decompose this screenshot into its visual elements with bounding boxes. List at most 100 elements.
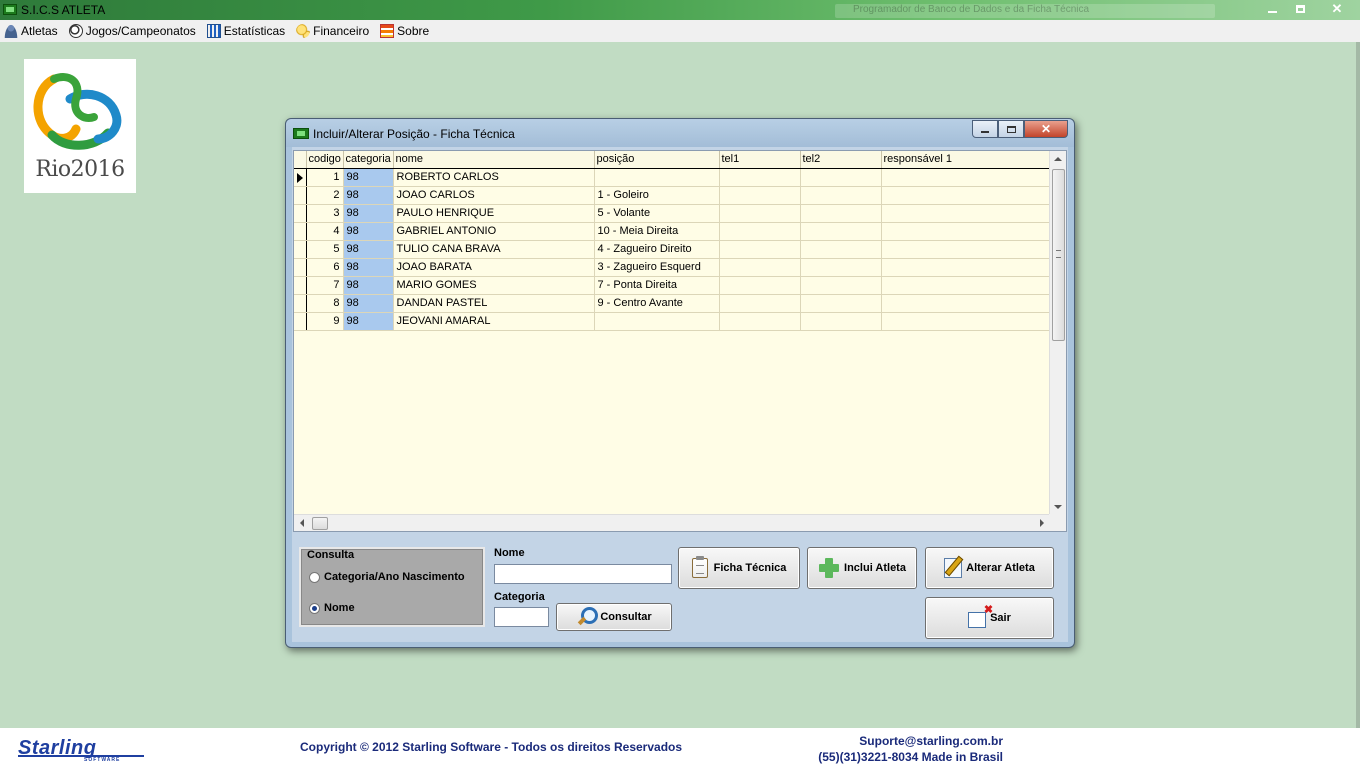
cell-codigo[interactable]: 5 xyxy=(306,240,344,259)
cell-categoria[interactable]: 98 xyxy=(343,312,394,331)
cell-tel1[interactable] xyxy=(719,222,801,241)
cell-posicao[interactable] xyxy=(594,312,720,331)
grid-vertical-scrollbar[interactable] xyxy=(1049,151,1066,515)
row-indicator[interactable] xyxy=(294,294,307,313)
cell-codigo[interactable]: 6 xyxy=(306,258,344,277)
cell-nome[interactable]: JOAO BARATA xyxy=(393,258,595,277)
column-header-tel1[interactable]: tel1 xyxy=(719,151,801,169)
row-indicator[interactable] xyxy=(294,222,307,241)
cell-nome[interactable]: GABRIEL ANTONIO xyxy=(393,222,595,241)
menu-estatisticas[interactable]: Estatísticas xyxy=(206,24,285,38)
menu-sobre[interactable]: Sobre xyxy=(380,24,429,38)
cell-nome[interactable]: JEOVANI AMARAL xyxy=(393,312,595,331)
column-header-nome[interactable]: nome xyxy=(393,151,595,169)
cell-categoria[interactable]: 98 xyxy=(343,294,394,313)
cell-tel2[interactable] xyxy=(800,312,882,331)
inclui-atleta-button[interactable]: Inclui Atleta xyxy=(807,547,917,589)
menu-jogos-campeonatos[interactable]: Jogos/Campeonatos xyxy=(68,24,196,38)
ficha-tecnica-button[interactable]: Ficha Técnica xyxy=(678,547,800,589)
cell-resp1[interactable] xyxy=(881,312,1051,331)
vertical-scroll-thumb[interactable] xyxy=(1052,169,1065,341)
cell-tel1[interactable] xyxy=(719,276,801,295)
cell-codigo[interactable]: 3 xyxy=(306,204,344,223)
cell-resp1[interactable] xyxy=(881,240,1051,259)
sair-button[interactable]: Sair xyxy=(925,597,1054,639)
cell-posicao[interactable]: 3 - Zagueiro Esquerd xyxy=(594,258,720,277)
cell-posicao[interactable]: 4 - Zagueiro Direito xyxy=(594,240,720,259)
table-row[interactable]: 9 98 JEOVANI AMARAL xyxy=(294,312,1051,331)
cell-posicao[interactable]: 1 - Goleiro xyxy=(594,186,720,205)
table-row[interactable]: 3 98 PAULO HENRIQUE 5 - Volante xyxy=(294,204,1051,223)
column-header-categoria[interactable]: categoria xyxy=(343,151,394,169)
table-row[interactable]: 2 98 JOAO CARLOS 1 - Goleiro xyxy=(294,186,1051,205)
cell-posicao[interactable]: 5 - Volante xyxy=(594,204,720,223)
cell-resp1[interactable] xyxy=(881,186,1051,205)
cell-tel2[interactable] xyxy=(800,168,882,187)
categoria-input-box[interactable] xyxy=(494,607,549,627)
cell-tel1[interactable] xyxy=(719,294,801,313)
table-row[interactable]: 4 98 GABRIEL ANTONIO 10 - Meia Direita xyxy=(294,222,1051,241)
cell-nome[interactable]: MARIO GOMES xyxy=(393,276,595,295)
cell-tel1[interactable] xyxy=(719,240,801,259)
row-indicator[interactable] xyxy=(294,204,307,223)
row-indicator[interactable] xyxy=(294,258,307,277)
row-indicator[interactable] xyxy=(294,276,307,295)
row-indicator[interactable] xyxy=(294,240,307,259)
cell-resp1[interactable] xyxy=(881,204,1051,223)
column-header-tel2[interactable]: tel2 xyxy=(800,151,882,169)
cell-nome[interactable]: JOAO CARLOS xyxy=(393,186,595,205)
nome-input[interactable] xyxy=(495,565,671,583)
cell-categoria[interactable]: 98 xyxy=(343,258,394,277)
dialog-restore-button[interactable] xyxy=(998,120,1024,138)
cell-tel1[interactable] xyxy=(719,186,801,205)
cell-tel1[interactable] xyxy=(719,168,801,187)
scroll-down-icon[interactable] xyxy=(1054,505,1062,509)
scroll-right-icon[interactable] xyxy=(1040,519,1044,527)
table-row[interactable]: 5 98 TULIO CANA BRAVA 4 - Zagueiro Direito xyxy=(294,240,1051,259)
cell-codigo[interactable]: 4 xyxy=(306,222,344,241)
cell-tel1[interactable] xyxy=(719,258,801,277)
radio-categoria-ano[interactable]: Categoria/Ano Nascimento xyxy=(309,571,465,583)
cell-resp1[interactable] xyxy=(881,276,1051,295)
row-indicator[interactable] xyxy=(294,312,307,331)
cell-categoria[interactable]: 98 xyxy=(343,240,394,259)
cell-tel2[interactable] xyxy=(800,258,882,277)
radio-nome[interactable]: Nome xyxy=(309,602,355,614)
scroll-up-icon[interactable] xyxy=(1054,157,1062,161)
cell-nome[interactable]: DANDAN PASTEL xyxy=(393,294,595,313)
nome-input-box[interactable] xyxy=(494,564,672,584)
cell-categoria[interactable]: 98 xyxy=(343,276,394,295)
cell-resp1[interactable] xyxy=(881,258,1051,277)
cell-tel1[interactable] xyxy=(719,312,801,331)
cell-tel2[interactable] xyxy=(800,186,882,205)
categoria-input[interactable] xyxy=(495,608,548,626)
radio-nome-dot[interactable] xyxy=(309,602,320,614)
close-button[interactable]: ✕ xyxy=(1314,0,1360,18)
cell-resp1[interactable] xyxy=(881,168,1051,187)
alterar-atleta-button[interactable]: Alterar Atleta xyxy=(925,547,1054,589)
cell-tel2[interactable] xyxy=(800,276,882,295)
cell-tel2[interactable] xyxy=(800,204,882,223)
cell-nome[interactable]: TULIO CANA BRAVA xyxy=(393,240,595,259)
cell-tel2[interactable] xyxy=(800,222,882,241)
table-row[interactable]: 6 98 JOAO BARATA 3 - Zagueiro Esquerd xyxy=(294,258,1051,277)
cell-codigo[interactable]: 1 xyxy=(306,168,344,187)
column-header-responsavel1[interactable]: responsável 1 xyxy=(881,151,1051,169)
cell-categoria[interactable]: 98 xyxy=(343,204,394,223)
cell-categoria[interactable]: 98 xyxy=(343,222,394,241)
consultar-button[interactable]: Consultar xyxy=(556,603,672,631)
support-email[interactable]: Suporte@starling.com.br xyxy=(859,734,1003,748)
cell-posicao[interactable]: 7 - Ponta Direita xyxy=(594,276,720,295)
menu-financeiro[interactable]: Financeiro xyxy=(296,24,369,38)
scroll-left-icon[interactable] xyxy=(300,519,304,527)
menu-atletas[interactable]: Atletas xyxy=(4,24,58,38)
cell-tel2[interactable] xyxy=(800,294,882,313)
cell-nome[interactable]: ROBERTO CARLOS xyxy=(393,168,595,187)
dialog-close-button[interactable]: ✕ xyxy=(1024,120,1068,138)
cell-codigo[interactable]: 9 xyxy=(306,312,344,331)
radio-categoria-ano-dot[interactable] xyxy=(309,571,320,583)
cell-categoria[interactable]: 98 xyxy=(343,168,394,187)
cell-tel1[interactable] xyxy=(719,204,801,223)
cell-codigo[interactable]: 7 xyxy=(306,276,344,295)
minimize-button[interactable] xyxy=(1258,0,1286,18)
